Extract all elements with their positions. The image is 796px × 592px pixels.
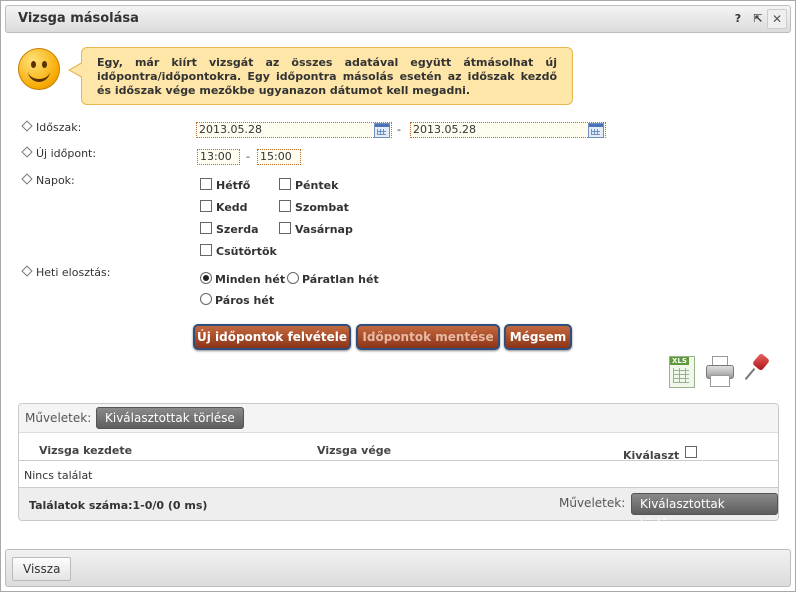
days-label: Napok: [21, 173, 75, 187]
smiley-icon [18, 48, 60, 90]
title-bar: Vizsga másolása ? ⇱ ✕ [5, 5, 791, 33]
dialog: Vizsga másolása ? ⇱ ✕ Egy, már kiírt viz… [0, 0, 796, 592]
print-icon[interactable] [705, 356, 734, 387]
time-separator: - [246, 150, 250, 163]
delete-selected-button-footer[interactable]: Kiválasztottak törlése [631, 493, 778, 531]
new-time-label: Új időpont: [21, 146, 96, 160]
day-checkbox-sunday[interactable]: Vasárnap [279, 222, 353, 236]
column-start[interactable]: Vizsga kezdete [39, 444, 132, 457]
day-checkbox-tuesday[interactable]: Kedd [200, 200, 248, 214]
time-to-input[interactable]: 15:00 [257, 149, 301, 165]
weekly-label: Heti elosztás: [21, 265, 110, 279]
grid-toolbar: Műveletek: Kiválasztottak törlése [19, 404, 778, 433]
cancel-button[interactable]: Mégsem [504, 324, 572, 350]
add-times-button[interactable]: Új időpontok felvétele [193, 324, 351, 350]
radio-even-week[interactable]: Páros hét [200, 293, 274, 307]
operations-label: Műveletek: [25, 411, 92, 425]
empty-message: Nincs találat [24, 469, 93, 482]
period-label: Időszak: [21, 120, 81, 134]
info-text: Egy, már kiírt vizsgát az összes adatáva… [97, 56, 557, 97]
radio-every-week[interactable]: Minden hét [200, 272, 285, 286]
column-end[interactable]: Vizsga vége [317, 444, 391, 457]
save-times-button[interactable]: Időpontok mentése [356, 324, 500, 350]
back-button[interactable]: Vissza [12, 557, 72, 581]
bullet-icon [21, 173, 33, 185]
popout-icon[interactable]: ⇱ [750, 11, 766, 27]
select-all-checkbox[interactable] [685, 446, 698, 458]
pin-icon[interactable] [743, 352, 771, 383]
time-from-input[interactable]: 13:00 [197, 149, 240, 165]
dialog-title: Vizsga másolása [18, 11, 139, 26]
result-count: Találatok száma:1-0/0 (0 ms) [29, 499, 208, 512]
bottom-bar: Vissza [5, 549, 791, 587]
help-icon[interactable]: ? [730, 11, 746, 27]
bullet-icon [21, 120, 33, 132]
period-to-input[interactable]: 2013.05.28 [410, 122, 606, 138]
period-from-input[interactable]: 2013.05.28 [196, 122, 392, 138]
day-checkbox-thursday[interactable]: Csütörtök [200, 244, 277, 258]
day-checkbox-friday[interactable]: Péntek [279, 178, 338, 192]
delete-selected-button[interactable]: Kiválasztottak törlése [96, 407, 244, 429]
operations-label-footer: Műveletek: [559, 496, 626, 510]
radio-odd-week[interactable]: Páratlan hét [287, 272, 379, 286]
bullet-icon [21, 265, 33, 277]
day-checkbox-monday[interactable]: Hétfő [200, 178, 250, 192]
day-checkbox-saturday[interactable]: Szombat [279, 200, 349, 214]
period-separator: - [397, 123, 401, 136]
calendar-icon[interactable] [374, 123, 390, 138]
excel-export-icon[interactable] [669, 356, 695, 388]
day-checkbox-wednesday[interactable]: Szerda [200, 222, 259, 236]
close-icon[interactable]: ✕ [767, 9, 787, 29]
results-grid: Műveletek: Kiválasztottak törlése Vizsga… [18, 403, 779, 531]
info-bubble: Egy, már kiírt vizsgát az összes adatáva… [68, 47, 573, 105]
bullet-icon [21, 146, 33, 158]
calendar-icon[interactable] [588, 123, 604, 138]
